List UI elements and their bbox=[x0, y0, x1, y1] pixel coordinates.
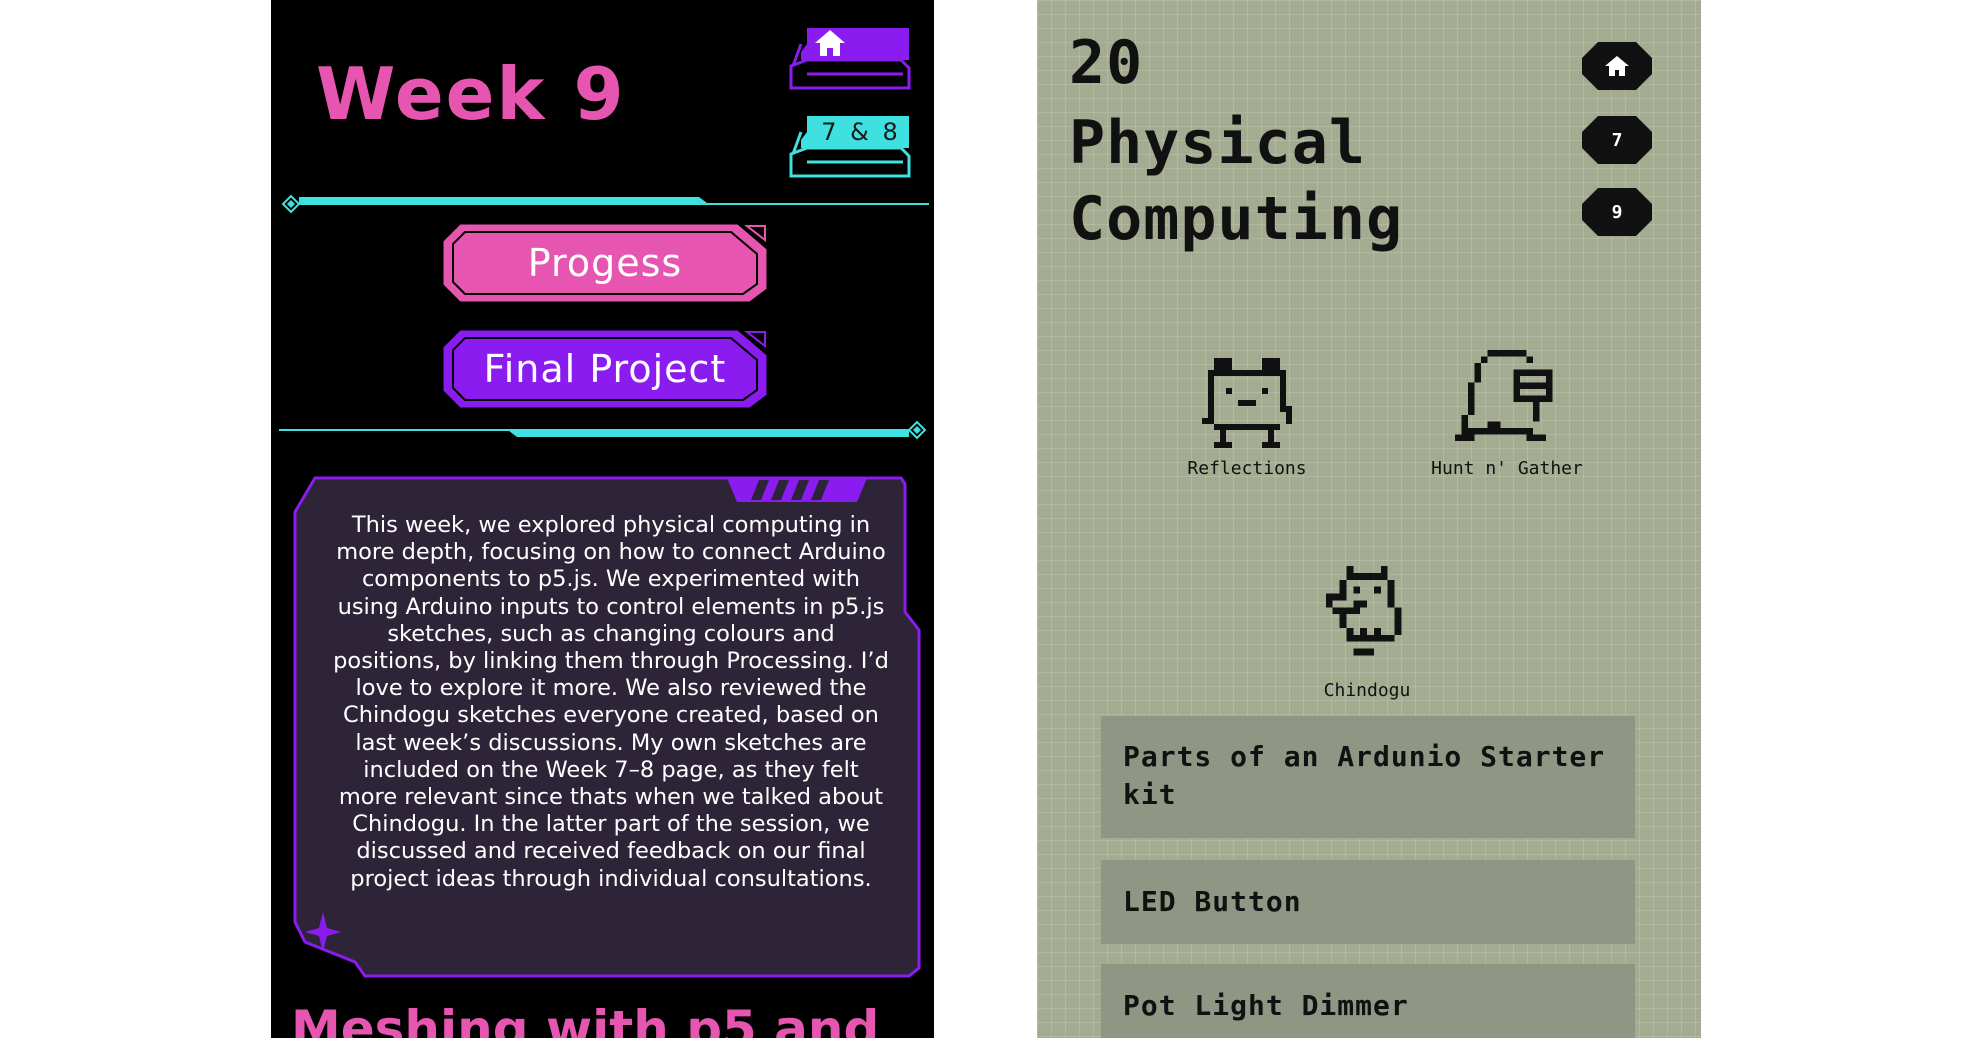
bottom-divider bbox=[279, 420, 927, 440]
reflections-pet-icon bbox=[1202, 358, 1292, 448]
chindogu-pet-icon bbox=[1325, 566, 1402, 656]
week-summary-box: This week, we explored physical computin… bbox=[291, 472, 921, 980]
week-summary-text: This week, we explored physical computin… bbox=[333, 512, 889, 892]
card-pot-light-dimmer[interactable]: Pot Light Dimmer bbox=[1101, 964, 1635, 1038]
week-7-8-nav-button[interactable]: 7 & 8 bbox=[785, 110, 915, 180]
progress-button[interactable]: Progess bbox=[441, 222, 769, 304]
final-project-button[interactable]: Final Project bbox=[441, 328, 769, 410]
page-title-line-2: Physical bbox=[1069, 108, 1366, 178]
hunt-n-gather-link[interactable]: Hunt n' Gather bbox=[1412, 350, 1602, 479]
card-led-button[interactable]: LED Button bbox=[1101, 860, 1635, 944]
reflections-link[interactable]: Reflections bbox=[1182, 358, 1312, 479]
home-icon bbox=[1582, 42, 1652, 90]
home-icon bbox=[813, 28, 909, 60]
home-nav-button[interactable] bbox=[1582, 42, 1652, 90]
page-title-line-3: Computing bbox=[1069, 184, 1404, 254]
week-7-nav-button[interactable]: 7 bbox=[1582, 116, 1652, 164]
page-title: Week 9 bbox=[316, 52, 626, 136]
physical-computing-panel: 20 Physical Computing 7 9 Reflections Hu… bbox=[1037, 0, 1701, 1038]
hunt-n-gather-pet-icon bbox=[1455, 350, 1553, 441]
card-starter-kit[interactable]: Parts of an Ardunio Starter kit bbox=[1101, 716, 1635, 838]
week9-panel: Week 9 7 & 8 Progess Final Project This … bbox=[271, 0, 934, 1038]
week-7-8-label: 7 & 8 bbox=[821, 118, 901, 146]
week-9-nav-button[interactable]: 9 bbox=[1582, 188, 1652, 236]
top-divider bbox=[281, 194, 929, 214]
section-heading: Meshing with p5 and bbox=[291, 1000, 880, 1038]
page-title-line-1: 20 bbox=[1069, 28, 1144, 98]
home-nav-button[interactable] bbox=[785, 22, 915, 92]
chindogu-link[interactable]: Chindogu bbox=[1307, 566, 1427, 701]
